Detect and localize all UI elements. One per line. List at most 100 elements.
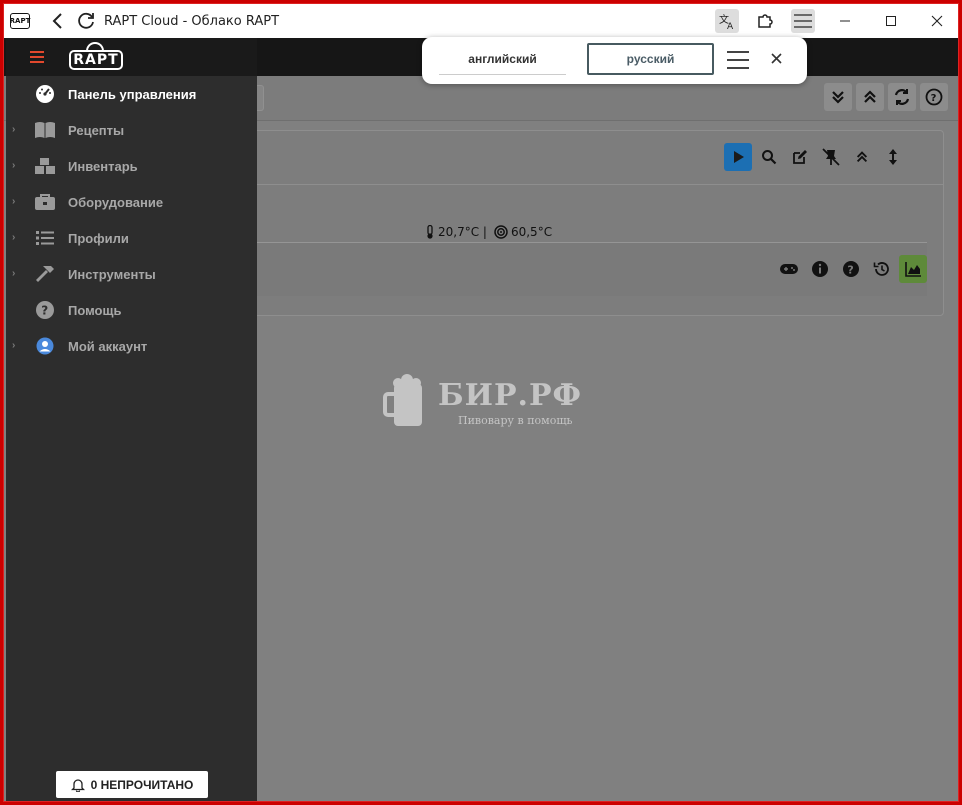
watermark-subtitle: Пивовару в помощь <box>458 413 573 427</box>
arrows-vertical-icon <box>889 149 897 165</box>
sidebar-toggle-button[interactable] <box>30 51 44 63</box>
chevron-right-icon: › <box>12 196 16 207</box>
page-content: ? 20,7°C | 60,5°C ? БИР.РФ Пивовару в по… <box>4 38 958 801</box>
maximize-button[interactable] <box>868 4 914 38</box>
collapse-card-button[interactable] <box>848 143 876 171</box>
question-icon: ? <box>34 300 56 320</box>
translate-icon: 文A <box>719 13 734 30</box>
chevron-right-icon: › <box>12 268 16 279</box>
bell-icon <box>70 778 85 792</box>
boxes-icon <box>34 156 56 176</box>
area-chart-icon <box>905 262 921 277</box>
svg-text:?: ? <box>847 263 853 276</box>
sidebar-item-equipment[interactable]: › Оборудование <box>6 184 257 220</box>
dashboard-icon <box>34 84 56 104</box>
thermometer-icon <box>427 225 433 239</box>
chevron-right-icon: › <box>12 124 16 135</box>
browser-menu-button[interactable] <box>791 9 815 33</box>
translate-close-button[interactable] <box>767 49 785 67</box>
thumbtack-slash-icon <box>822 148 840 166</box>
sidebar-item-profiles[interactable]: › Профили <box>6 220 257 256</box>
question-circle-icon: ? <box>925 88 943 106</box>
target-language-tab[interactable]: русский <box>587 43 714 75</box>
target-icon <box>494 225 508 239</box>
chevron-right-icon: › <box>12 160 16 171</box>
extensions-button[interactable] <box>753 9 777 33</box>
chart-button[interactable] <box>899 255 927 283</box>
sidebar-item-tools[interactable]: › Инструменты <box>6 256 257 292</box>
collapse-all-up-button[interactable] <box>856 83 884 111</box>
rapt-logo[interactable]: RAPT <box>68 42 124 72</box>
svg-text:A: A <box>727 22 734 30</box>
watermark-title: БИР.РФ <box>438 377 583 413</box>
sidebar-item-recipes[interactable]: › Рецепты <box>6 112 257 148</box>
info-button[interactable] <box>806 255 834 283</box>
hammer-icon <box>34 264 56 284</box>
gamepad-icon <box>780 264 798 274</box>
edit-icon <box>793 150 807 164</box>
reload-button[interactable] <box>72 7 100 35</box>
search-icon <box>762 150 777 165</box>
sidebar-header: RAPT <box>6 38 257 76</box>
help-button[interactable]: ? <box>920 83 948 111</box>
row-help-button[interactable]: ? <box>837 255 865 283</box>
menu-icon <box>794 14 812 28</box>
close-icon <box>931 15 943 27</box>
minimize-button[interactable] <box>822 4 868 38</box>
back-button[interactable] <box>44 7 72 35</box>
unpin-button[interactable] <box>817 143 845 171</box>
sidebar: RAPT Панель управления › Рецепты › Инвен… <box>6 38 257 801</box>
puzzle-icon <box>758 14 773 28</box>
source-language-tab[interactable]: английский <box>439 43 566 75</box>
collapse-all-down-button[interactable] <box>824 83 852 111</box>
reorder-button[interactable] <box>879 143 907 171</box>
device-card-header <box>253 131 943 185</box>
watermark: БИР.РФ Пивовару в помощь <box>382 374 582 430</box>
title-bar: RAPT RAPT Cloud - Облако RAPT 文A <box>4 4 958 38</box>
chevron-right-icon: › <box>12 232 16 243</box>
double-chevron-down-icon <box>832 91 844 104</box>
history-icon <box>873 262 889 276</box>
control-button[interactable] <box>775 255 803 283</box>
browser-window: RAPT RAPT Cloud - Облако RAPT 文A ? 20,7°… <box>3 3 959 802</box>
sidebar-item-dashboard[interactable]: Панель управления <box>6 76 257 112</box>
sidebar-menu: Панель управления › Рецепты › Инвентарь <box>6 76 257 364</box>
device-card: 20,7°C | 60,5°C ? <box>252 130 944 316</box>
sidebar-item-help[interactable]: ? Помощь <box>6 292 257 328</box>
translate-button[interactable]: 文A <box>715 9 739 33</box>
svg-text:?: ? <box>41 304 48 318</box>
info-icon <box>812 261 828 277</box>
refresh-button[interactable] <box>888 83 916 111</box>
sidebar-item-account[interactable]: › Мой аккаунт <box>6 328 257 364</box>
notifications-label: 0 НЕПРОЧИТАНО <box>90 777 194 792</box>
minimize-icon <box>840 20 850 22</box>
notifications-button[interactable]: 0 НЕПРОЧИТАНО <box>56 771 208 798</box>
chevron-right-icon: › <box>12 340 16 351</box>
book-icon <box>34 120 56 140</box>
maximize-icon <box>886 16 896 26</box>
favicon: RAPT <box>10 13 30 29</box>
device-temperatures: 20,7°C | 60,5°C <box>425 225 552 239</box>
edit-button[interactable] <box>786 143 814 171</box>
target-temperature: 60,5°C <box>510 225 553 239</box>
question-icon: ? <box>843 261 859 277</box>
sync-icon <box>894 89 910 105</box>
toolbox-icon <box>34 192 56 212</box>
sidebar-item-inventory[interactable]: › Инвентарь <box>6 148 257 184</box>
current-temperature: 20,7°C | <box>438 225 487 239</box>
close-window-button[interactable] <box>914 4 958 38</box>
search-button[interactable] <box>755 143 783 171</box>
beer-mug-icon <box>383 374 422 426</box>
history-button[interactable] <box>868 255 896 283</box>
double-chevron-up-icon <box>856 151 868 163</box>
start-button[interactable] <box>724 143 752 171</box>
translate-options-button[interactable] <box>727 51 749 69</box>
chevron-left-icon <box>52 13 62 29</box>
controller-row: ? <box>253 242 927 296</box>
translate-popup: английский русский <box>422 37 807 84</box>
double-chevron-up-icon <box>864 90 876 103</box>
play-icon <box>734 151 744 163</box>
reload-icon <box>78 12 94 29</box>
list-icon <box>34 228 56 248</box>
close-icon <box>770 52 782 64</box>
